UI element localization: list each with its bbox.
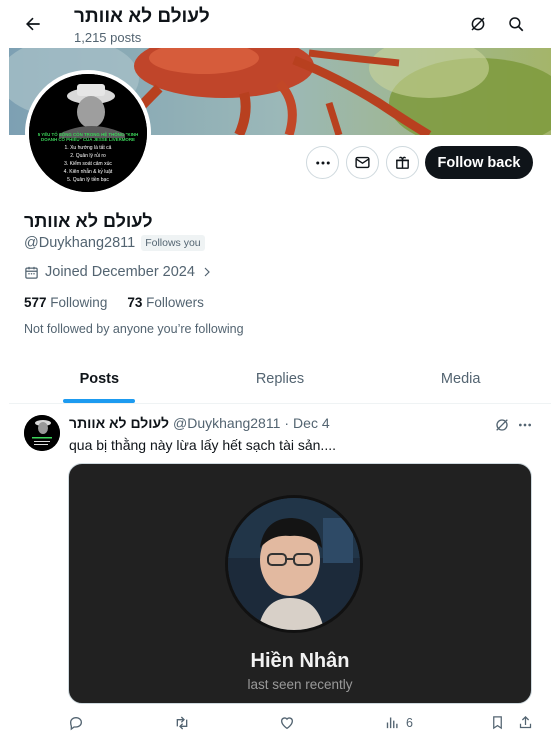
avatar-text-line: 1. Xu hướng là tất cả [64, 145, 112, 151]
post-separator: · [284, 415, 290, 431]
header-title: לעולם לא אוותר [74, 6, 210, 27]
following-count: 577 [24, 295, 47, 310]
post-more-button[interactable] [514, 414, 536, 436]
post-avatar-image [24, 415, 60, 451]
reply-icon [69, 716, 83, 731]
bookmark-button[interactable] [490, 715, 505, 730]
grok-icon [471, 17, 485, 31]
post-author-avatar[interactable] [24, 415, 60, 451]
followers-link[interactable]: 73 Followers [127, 295, 204, 310]
profile-stats: 577 Following 73 Followers [24, 295, 204, 310]
chevron-right-icon [204, 267, 210, 277]
header-posts-count: 1,215 posts [74, 30, 142, 45]
post-grok-button[interactable] [491, 414, 513, 436]
post-author-name[interactable]: לעולם לא אוותר [69, 415, 169, 431]
followers-label: Followers [146, 295, 204, 310]
following-link[interactable]: 577 Following [24, 295, 107, 310]
grok-icon [496, 419, 508, 431]
avatar-image: 5 YẾU TỐ SỐNG CÒN TRONG HỆ THỐNG "KINH D… [29, 74, 147, 192]
profile-avatar[interactable]: 5 YẾU TỐ SỐNG CÒN TRONG HỆ THỐNG "KINH D… [25, 70, 151, 196]
views-icon [386, 717, 398, 729]
media-contact-name: Hiền Nhân [250, 650, 350, 672]
views-button[interactable]: 6 [385, 715, 413, 730]
tab-media[interactable]: Media [370, 354, 551, 403]
bookmark-icon [493, 716, 502, 730]
joined-label: Joined December 2024 [45, 264, 195, 280]
grok-button[interactable] [461, 7, 495, 41]
profile-name: לעולם לא אוותר [24, 211, 153, 231]
message-icon [355, 156, 370, 169]
reply-button[interactable] [68, 715, 84, 731]
like-icon [280, 717, 294, 730]
post-media[interactable]: Hiền Nhân last seen recently [68, 463, 532, 704]
avatar-text-block: 5 YẾU TỐ SỐNG CÒN TRONG HỆ THỐNG "KINH D… [29, 132, 147, 184]
back-arrow-icon [26, 17, 40, 31]
tab-label: Posts [79, 370, 120, 387]
post-header: לעולם לא אוותר @Duykhang2811 · Dec 4 [69, 415, 330, 431]
like-button[interactable] [279, 715, 295, 731]
share-button[interactable] [518, 715, 533, 730]
message-button[interactable] [346, 146, 379, 179]
post-text: qua bị thằng này lừa lấy hết sạch tài sả… [69, 437, 336, 453]
more-button[interactable] [306, 146, 339, 179]
more-icon [315, 161, 330, 164]
active-tab-indicator [63, 399, 136, 403]
top-bar: לעולם לא אוותר 1,215 posts [9, 0, 551, 48]
post-date[interactable]: Dec 4 [293, 415, 330, 431]
more-icon [519, 423, 531, 427]
calendar-icon [25, 266, 38, 279]
post-actions: 6 [68, 715, 538, 735]
media-profile-photo [225, 495, 363, 633]
search-icon [509, 17, 524, 32]
search-button[interactable] [499, 7, 533, 41]
profile-tabs: Posts Replies Media [9, 354, 551, 404]
gift-button[interactable] [386, 146, 419, 179]
not-followed-note: Not followed by anyone you’re following [24, 322, 244, 336]
share-icon [519, 715, 532, 729]
tab-label: Replies [255, 370, 305, 387]
retweet-button[interactable] [174, 715, 190, 731]
avatar-text-line: 5. Quản lý tiền bạc [67, 177, 109, 183]
media-photo-image [228, 498, 360, 630]
post-author-handle[interactable]: @Duykhang2811 [173, 415, 280, 431]
handle-row: @Duykhang2811 Follows you [24, 235, 205, 251]
media-contact-status: last seen recently [247, 677, 353, 692]
retweet-icon [176, 716, 188, 730]
avatar-text-line: 3. Kiểm soát cảm xúc [64, 161, 112, 167]
tab-posts[interactable]: Posts [9, 354, 190, 403]
follow-back-button[interactable]: Follow back [425, 146, 533, 179]
followers-count: 73 [127, 295, 143, 310]
joined-date[interactable]: Joined December 2024 [24, 264, 213, 280]
avatar-text-line: 4. Kiên nhẫn & kỷ luật [63, 169, 113, 175]
back-button[interactable] [15, 6, 51, 42]
views-count: 6 [406, 715, 413, 730]
tab-replies[interactable]: Replies [190, 354, 371, 403]
avatar-text-line: 2. Quản lý rủi ro [70, 153, 106, 159]
tab-label: Media [440, 370, 481, 387]
avatar-text-line: 5 YẾU TỐ SỐNG CÒN TRONG HỆ THỐNG "KINH D… [37, 132, 139, 142]
profile-page: לעולם לא אוותר 1,215 posts 5 YẾU TỐ SỐNG… [9, 0, 551, 739]
following-label: Following [50, 295, 108, 310]
gift-icon [396, 156, 409, 169]
profile-handle: @Duykhang2811 [24, 235, 136, 251]
follows-you-badge: Follows you [141, 235, 205, 251]
